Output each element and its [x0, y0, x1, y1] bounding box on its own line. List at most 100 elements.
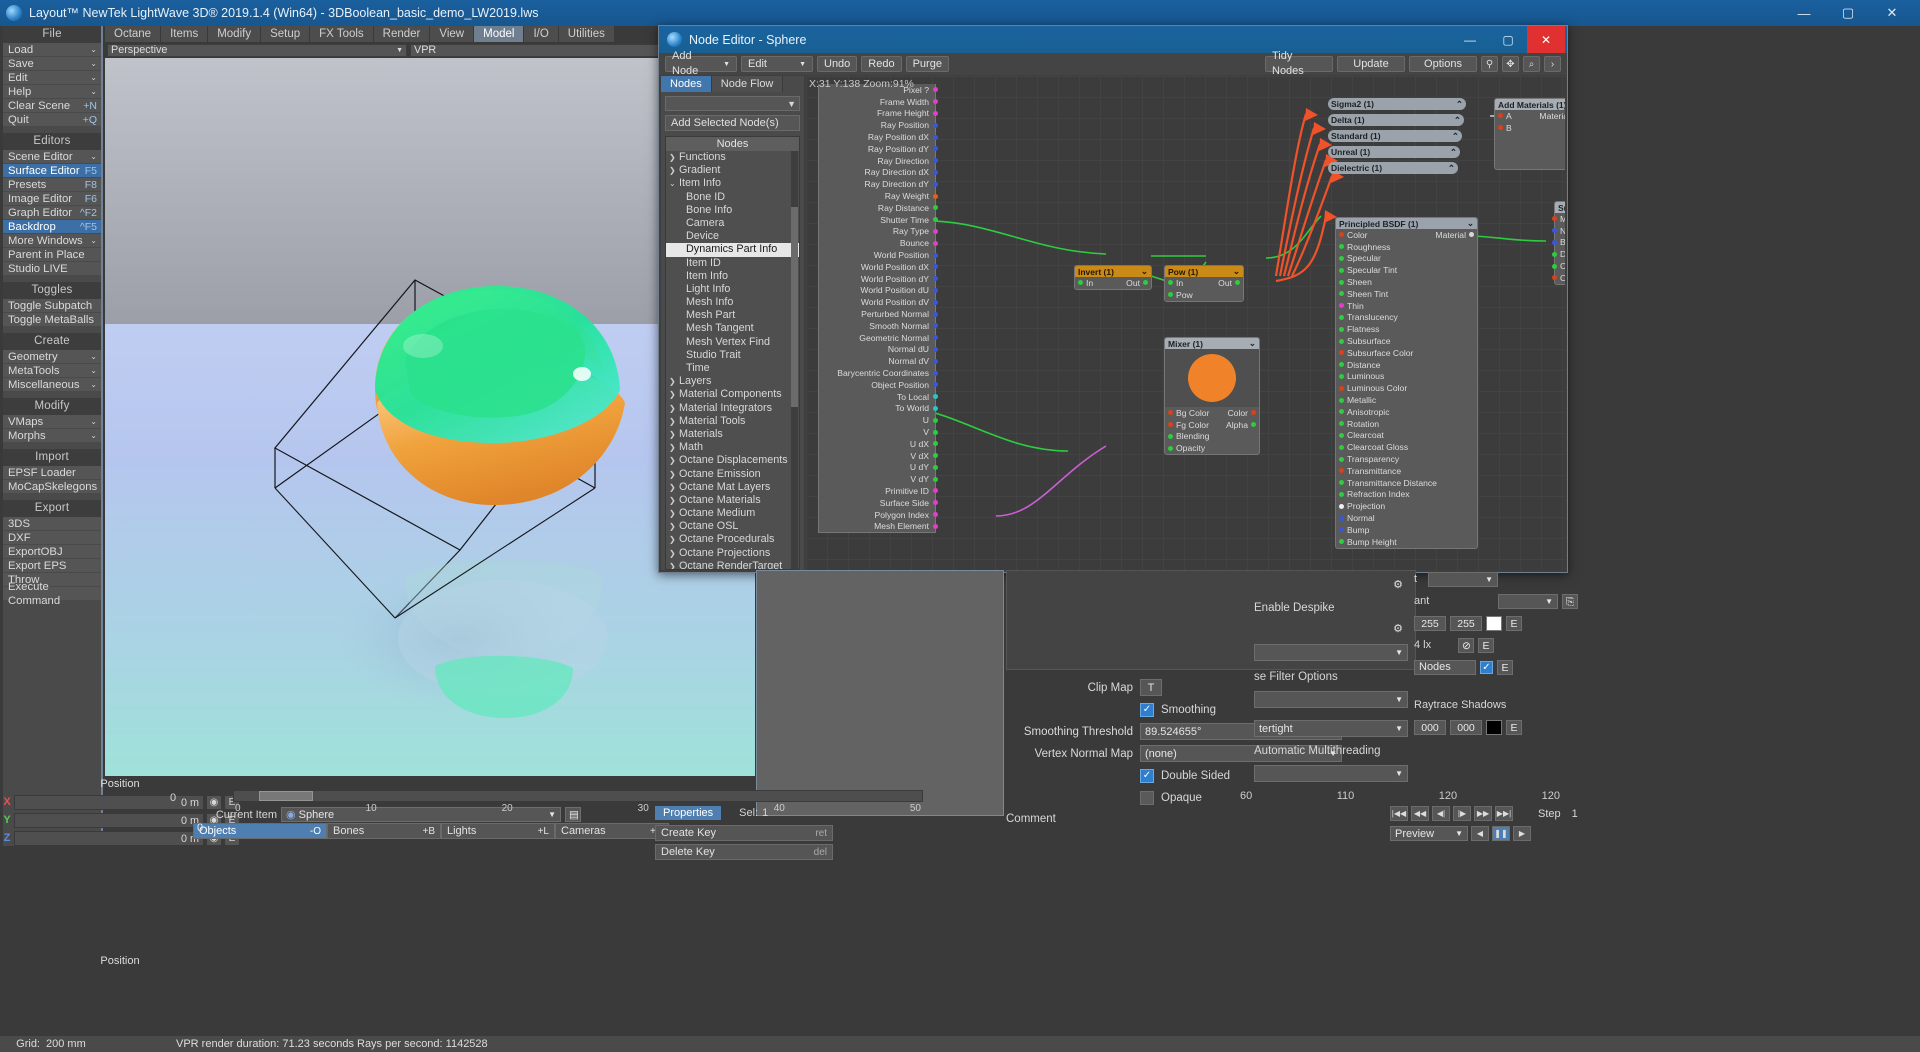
port-dot-icon[interactable]	[1339, 515, 1344, 521]
redo-button[interactable]: Redo	[861, 56, 902, 72]
toolbar-item-metatools[interactable]: MetaTools ⌄	[3, 364, 101, 378]
io-output-row[interactable]: Mesh Element	[819, 520, 938, 532]
port-dot-icon[interactable]	[1552, 216, 1557, 222]
bsdf-input-row[interactable]: Refraction Index	[1336, 489, 1477, 501]
menu-tab-view[interactable]: View	[430, 26, 475, 42]
port-dot-icon[interactable]	[933, 370, 938, 376]
node-graph-canvas[interactable]: X:31 Y:138 Zoom:91% Pixel ? Frame Width …	[806, 76, 1565, 570]
io-output-row[interactable]: Object Position	[819, 379, 938, 391]
node-editor-tab-nodes[interactable]: Nodes	[661, 76, 712, 92]
node-port-row[interactable]: Fg Color Alpha	[1165, 419, 1259, 431]
port-dot-icon[interactable]	[1552, 275, 1557, 281]
port-dot-icon[interactable]	[1339, 385, 1344, 391]
nodes-field[interactable]: Nodes	[1414, 659, 1476, 675]
first-frame-icon[interactable]: |◀◀	[1390, 806, 1408, 821]
opaque-checkbox[interactable]	[1140, 790, 1154, 805]
view-mode-select[interactable]: Perspective ▼	[107, 43, 407, 57]
chevron-up-icon[interactable]: ⌃	[1450, 147, 1457, 158]
node-port-row[interactable]: Blending	[1165, 431, 1259, 443]
bsdf-input-row[interactable]: Color Material	[1336, 229, 1477, 241]
port-dot-icon[interactable]	[933, 417, 938, 423]
bsdf-input-row[interactable]: Distance	[1336, 359, 1477, 371]
node-list-item-mesh-tangent[interactable]: Mesh Tangent	[666, 322, 799, 335]
node-category-list[interactable]: Nodes ❯ Functions ❯ Gradient ⌄ Item Info Bone …	[665, 136, 800, 570]
node-editor-maximize-button[interactable]: ▢	[1489, 26, 1527, 53]
port-dot-icon[interactable]	[933, 193, 938, 199]
node-list-item-octane-emission[interactable]: ❯ Octane Emission	[666, 468, 799, 481]
port-dot-icon[interactable]	[1339, 421, 1344, 427]
io-output-row[interactable]: Ray Direction	[819, 155, 938, 167]
menu-tab-octane[interactable]: Octane	[105, 26, 162, 42]
node-list-item-item-info[interactable]: ⌄ Item Info	[666, 177, 799, 190]
port-dot-icon[interactable]	[1339, 468, 1344, 474]
port-dot-icon[interactable]	[1339, 314, 1344, 320]
toolbar-item-epsf-loader[interactable]: EPSF Loader	[3, 466, 101, 480]
node-list-item-item-id[interactable]: Item ID	[666, 257, 799, 270]
io-output-row[interactable]: Bounce	[819, 237, 938, 249]
toolbar-item-miscellaneous[interactable]: Miscellaneous ⌄	[3, 378, 101, 392]
node-list-item-mesh-info[interactable]: Mesh Info	[666, 296, 799, 309]
node-list-scroll-thumb[interactable]	[791, 207, 798, 407]
bsdf-input-row[interactable]: Rotation	[1336, 418, 1477, 430]
e-button-2[interactable]: E	[1478, 637, 1494, 653]
toolbar-item-execute-command[interactable]: Execute Command	[3, 581, 101, 607]
pow-node[interactable]: Pow (1) ⌄ In Out Pow	[1164, 265, 1244, 302]
bsdf-input-row[interactable]: Sheen Tint	[1336, 288, 1477, 300]
principled-bsdf-node[interactable]: Principled BSDF (1) ⌄ Color Material Roughn…	[1335, 217, 1478, 549]
clip-map-button[interactable]: T	[1140, 679, 1162, 696]
chevron-right-icon[interactable]: ❯	[669, 375, 679, 388]
port-dot-icon[interactable]	[933, 122, 938, 128]
surface-node[interactable]: Surface⌄ MaterialNormalBumpDisplacementC…	[1552, 201, 1565, 285]
tidy-nodes-button[interactable]: Tidy Nodes	[1265, 50, 1333, 77]
despike-select[interactable]: ▼	[1254, 644, 1408, 661]
toolbar-item-geometry[interactable]: Geometry ⌄	[3, 350, 101, 364]
nodes-checkbox[interactable]: ✓	[1480, 660, 1493, 674]
chevron-down-icon[interactable]: ⌄	[669, 177, 679, 190]
port-dot-icon[interactable]	[1339, 362, 1344, 368]
menu-tab-fx-tools[interactable]: FX Tools	[310, 26, 374, 42]
io-output-row[interactable]: World Position dY	[819, 273, 938, 285]
io-output-row[interactable]: V	[819, 426, 938, 438]
toolbar-item-exportobj[interactable]: ExportOBJ	[3, 545, 101, 559]
bsdf-input-row[interactable]: Clearcoat	[1336, 430, 1477, 442]
port-dot-icon[interactable]	[1552, 263, 1557, 269]
next-key-icon[interactable]: ▶▶	[1474, 806, 1492, 821]
color-value-1[interactable]: 255	[1414, 615, 1446, 631]
filter-select[interactable]: ▼	[1254, 691, 1408, 708]
port-dot-icon[interactable]	[1552, 239, 1557, 245]
port-dot-icon[interactable]	[1339, 539, 1344, 545]
chevron-right-icon[interactable]: ❯	[669, 441, 679, 454]
mixer-color-swatch[interactable]	[1188, 354, 1236, 402]
bones-button[interactable]: Bones +B	[327, 823, 441, 839]
io-output-row[interactable]: World Position dX	[819, 261, 938, 273]
io-output-row[interactable]: Frame Height	[819, 108, 938, 120]
io-output-row[interactable]: World Position	[819, 249, 938, 261]
io-output-row[interactable]: Shutter Time	[819, 214, 938, 226]
port-dot-icon[interactable]	[1339, 373, 1344, 379]
io-output-row[interactable]: Ray Direction dY	[819, 178, 938, 190]
coord-value-z[interactable]: 0 m	[14, 830, 204, 846]
chevron-right-icon[interactable]: ❯	[669, 388, 679, 401]
io-output-row[interactable]: V dX	[819, 450, 938, 462]
toolbar-item-parent-in-place[interactable]: Parent in Place	[3, 248, 101, 262]
node-list-item-functions[interactable]: ❯ Functions	[666, 151, 799, 164]
node-list-item-octane-osl[interactable]: ❯ Octane OSL	[666, 520, 799, 533]
node-list-item-octane-materials[interactable]: ❯ Octane Materials	[666, 494, 799, 507]
bsdf-input-row[interactable]: Luminous	[1336, 371, 1477, 383]
toolbar-item-toggle-subpatch[interactable]: Toggle Subpatch	[3, 299, 101, 313]
port-dot-icon[interactable]	[933, 110, 938, 116]
port-dot-icon[interactable]	[1339, 279, 1344, 285]
search-icon[interactable]: ⌕	[1523, 56, 1540, 72]
node-list-item-octane-displacements[interactable]: ❯ Octane Displacements	[666, 454, 799, 467]
node-list-item-mesh-part[interactable]: Mesh Part	[666, 309, 799, 322]
chevron-right-icon[interactable]: ❯	[669, 428, 679, 441]
port-dot-icon[interactable]	[933, 464, 938, 470]
menu-tab-render[interactable]: Render	[373, 26, 431, 42]
node-editor-tab-node-flow[interactable]: Node Flow	[711, 76, 784, 92]
node-list-item-device[interactable]: Device	[666, 230, 799, 243]
pause-icon[interactable]: ❚❚	[1492, 826, 1510, 841]
node-list-scrollbar[interactable]	[791, 151, 798, 569]
port-dot-icon[interactable]	[933, 358, 938, 364]
port-dot-icon[interactable]	[1339, 491, 1344, 497]
undo-button[interactable]: Undo	[817, 56, 858, 72]
